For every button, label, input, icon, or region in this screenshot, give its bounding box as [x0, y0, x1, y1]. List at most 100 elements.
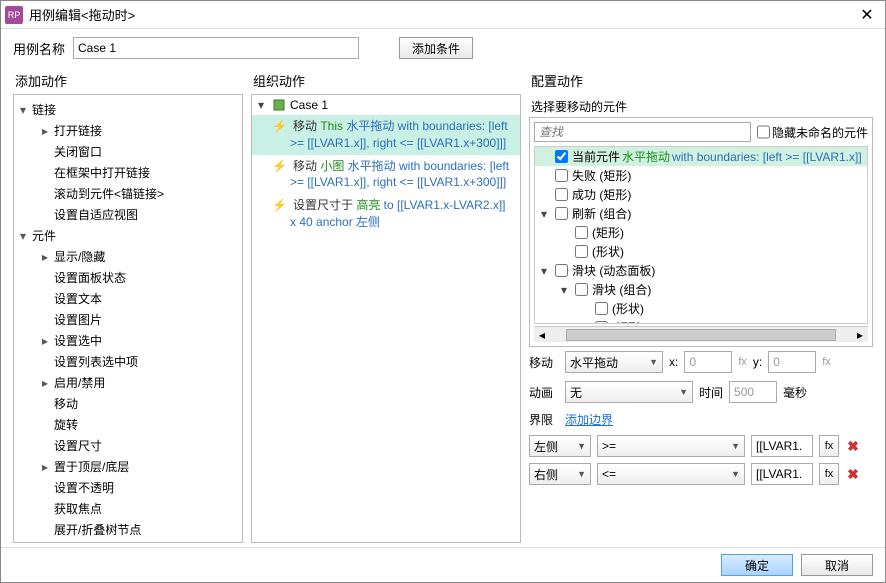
action-tree-item[interactable]: 设置自适应视图 — [14, 204, 242, 225]
time-label: 时间 — [699, 384, 723, 401]
move-type-select[interactable]: 水平拖动▼ — [565, 351, 663, 373]
widget-tree-item[interactable]: (矩形) — [535, 223, 867, 242]
action-row[interactable]: ⚡移动 This 水平拖动 with boundaries: [left >= … — [252, 115, 520, 155]
anim-type-select[interactable]: 无▼ — [565, 381, 693, 403]
case-row[interactable]: ▾ Case 1 — [252, 95, 520, 115]
bolt-icon: ⚡ — [272, 198, 287, 212]
tree-item-label: 元件 — [32, 227, 56, 244]
widget-label: 当前元件 — [572, 148, 620, 165]
action-row[interactable]: ⚡设置尺寸于 高亮 to [[LVAR1.x-LVAR2.x]] x 40 an… — [252, 194, 520, 234]
action-tree-item[interactable]: 关闭窗口 — [14, 141, 242, 162]
action-tree-item[interactable]: 获取焦点 — [14, 498, 242, 519]
widget-checkbox[interactable] — [575, 226, 588, 239]
widget-selector-panel: 隐藏未命名的元件 当前元件 水平拖动 with boundaries: [lef… — [529, 117, 873, 347]
fx-button[interactable]: fx — [819, 463, 839, 485]
tree-item-label: 获取焦点 — [54, 500, 102, 517]
action-tree-item[interactable]: 展开/折叠树节点 — [14, 519, 242, 540]
action-tree-item[interactable]: ▸显示/隐藏 — [14, 246, 242, 267]
action-tree-item[interactable]: 设置面板状态 — [14, 267, 242, 288]
boundary-value-input[interactable] — [751, 435, 813, 457]
boundary-op-select[interactable]: >=▼ — [597, 435, 745, 457]
bolt-icon: ⚡ — [272, 159, 287, 173]
widget-checkbox[interactable] — [575, 245, 588, 258]
action-tree-item[interactable]: ▾元件 — [14, 225, 242, 246]
widget-checkbox[interactable] — [555, 169, 568, 182]
ok-button[interactable]: 确定 — [721, 554, 793, 576]
widget-checkbox[interactable] — [555, 188, 568, 201]
action-tree-item[interactable]: 滚动到元件<锚链接> — [14, 183, 242, 204]
delete-icon[interactable]: ✖ — [845, 438, 861, 455]
hide-unnamed-checkbox[interactable] — [757, 122, 770, 142]
tree-item-label: 设置选中 — [54, 332, 102, 349]
widget-checkbox[interactable] — [575, 283, 588, 296]
widget-tree-item[interactable]: 成功 (矩形) — [535, 185, 867, 204]
widget-checkbox[interactable] — [595, 302, 608, 315]
action-tree-item[interactable]: 设置尺寸 — [14, 435, 242, 456]
tree-item-label: 旋转 — [54, 416, 78, 433]
tree-item-label: 链接 — [32, 101, 56, 118]
titlebar: RP 用例编辑<拖动时> ✕ — [1, 1, 885, 29]
widget-label: 刷新 (组合) — [572, 205, 631, 222]
widget-checkbox[interactable] — [555, 264, 568, 277]
tree-item-label: 设置不透明 — [54, 479, 114, 496]
tree-item-label: 展开/折叠树节点 — [54, 521, 141, 538]
action-tree-item[interactable]: ▸打开链接 — [14, 120, 242, 141]
widget-tree-item[interactable]: 失败 (矩形) — [535, 166, 867, 185]
organize-action-column: 组织动作 ▾ Case 1 ⚡移动 This 水平拖动 with boundar… — [251, 67, 521, 543]
widget-tree-item[interactable]: 当前元件 水平拖动 with boundaries: [left >= [[LV… — [535, 147, 867, 166]
action-tree-item[interactable]: 在框架中打开链接 — [14, 162, 242, 183]
caret-icon: ▸ — [42, 460, 54, 474]
action-tree-item[interactable]: 设置图片 — [14, 309, 242, 330]
fx-icon[interactable]: fx — [738, 356, 747, 368]
widget-label: (矩形) — [592, 224, 624, 241]
boundary-side-select[interactable]: 右侧▼ — [529, 463, 591, 485]
widget-tree-item[interactable]: ▾滑块 (动态面板) — [535, 261, 867, 280]
widget-checkbox[interactable] — [555, 150, 568, 163]
action-tree-item[interactable]: 设置文本 — [14, 288, 242, 309]
tree-item-label: 显示/隐藏 — [54, 248, 105, 265]
action-tree-item[interactable]: 移动 — [14, 393, 242, 414]
action-row[interactable]: ⚡移动 小图 水平拖动 with boundaries: [left >= [[… — [252, 155, 520, 195]
fx-button[interactable]: fx — [819, 435, 839, 457]
x-input[interactable] — [684, 351, 732, 373]
action-tree-item[interactable]: ▸置于顶层/底层 — [14, 456, 242, 477]
widget-label: 成功 (矩形) — [572, 186, 631, 203]
widget-tree-item[interactable]: (形状) — [535, 299, 867, 318]
case-actions-panel[interactable]: ▾ Case 1 ⚡移动 This 水平拖动 with boundaries: … — [251, 94, 521, 543]
action-tree-item[interactable]: ▸设置选中 — [14, 330, 242, 351]
action-tree-item[interactable]: ▸启用/禁用 — [14, 372, 242, 393]
hide-unnamed-toggle[interactable]: 隐藏未命名的元件 — [757, 122, 868, 142]
widget-tree-item[interactable]: (矩形) — [535, 318, 867, 324]
widget-tree[interactable]: 当前元件 水平拖动 with boundaries: [left >= [[LV… — [534, 146, 868, 324]
caret-icon: ▸ — [42, 250, 54, 264]
close-icon[interactable]: ✕ — [853, 5, 881, 25]
boundary-side-select[interactable]: 左侧▼ — [529, 435, 591, 457]
search-input[interactable] — [534, 122, 751, 142]
action-tree-item[interactable]: 旋转 — [14, 414, 242, 435]
add-boundary-link[interactable]: 添加边界 — [565, 411, 613, 428]
tree-item-label: 设置尺寸 — [54, 437, 102, 454]
widget-label: (形状) — [612, 300, 644, 317]
widget-label: 滑块 (动态面板) — [572, 262, 655, 279]
window-title: 用例编辑<拖动时> — [29, 5, 853, 24]
action-tree-item[interactable]: 设置不透明 — [14, 477, 242, 498]
action-tree-item[interactable]: 设置列表选中项 — [14, 351, 242, 372]
add-condition-button[interactable]: 添加条件 — [399, 37, 473, 59]
time-input[interactable] — [729, 381, 777, 403]
widget-checkbox[interactable] — [555, 207, 568, 220]
cancel-button[interactable]: 取消 — [801, 554, 873, 576]
action-tree-item[interactable]: ▾链接 — [14, 99, 242, 120]
action-tree-panel[interactable]: ▾链接▸打开链接关闭窗口在框架中打开链接滚动到元件<锚链接>设置自适应视图▾元件… — [13, 94, 243, 543]
y-input[interactable] — [768, 351, 816, 373]
widget-tree-item[interactable]: ▾刷新 (组合) — [535, 204, 867, 223]
delete-icon[interactable]: ✖ — [845, 466, 861, 483]
bounds-row: 界限 添加边界 — [529, 407, 873, 432]
widget-checkbox[interactable] — [595, 321, 608, 324]
fx-icon[interactable]: fx — [822, 356, 831, 368]
boundary-op-select[interactable]: <=▼ — [597, 463, 745, 485]
widget-tree-item[interactable]: ▾滑块 (组合) — [535, 280, 867, 299]
boundary-value-input[interactable] — [751, 463, 813, 485]
horizontal-scrollbar[interactable]: ◂▸ — [534, 326, 868, 342]
case-name-input[interactable] — [73, 37, 359, 59]
widget-tree-item[interactable]: (形状) — [535, 242, 867, 261]
